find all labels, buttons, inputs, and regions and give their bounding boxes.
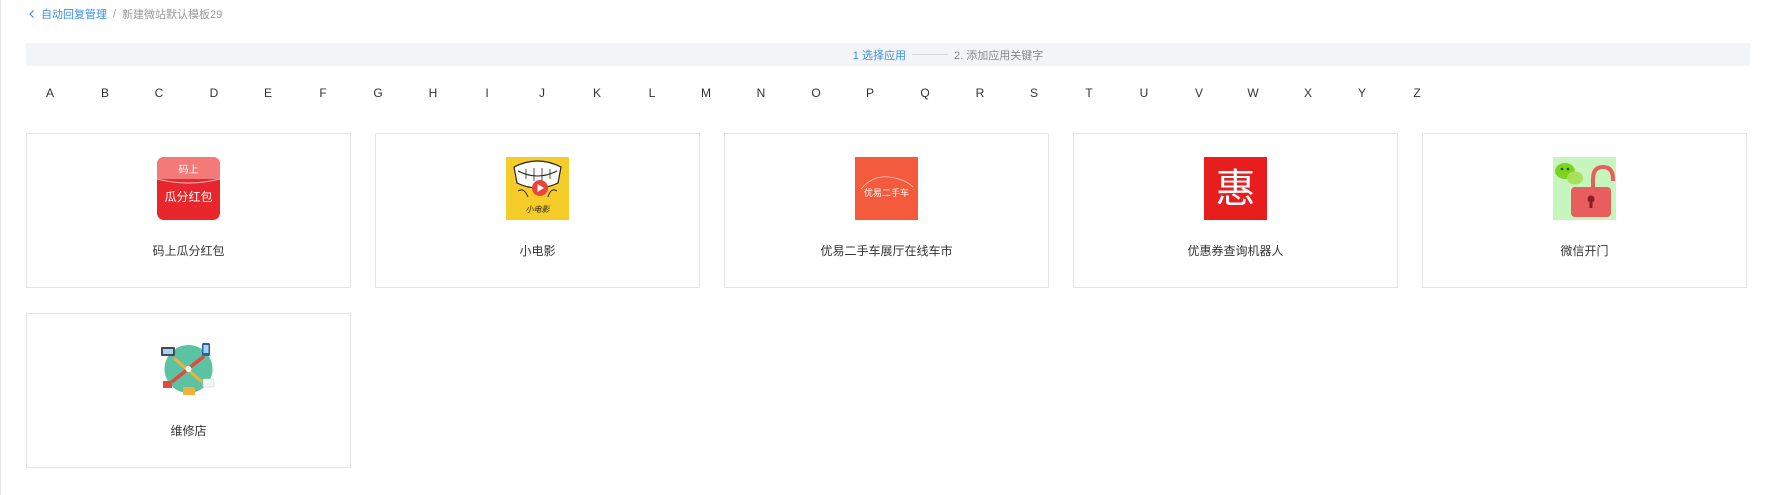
app-name: 优易二手车展厅在线车市	[820, 244, 953, 258]
app-name: 码上瓜分红包	[152, 244, 225, 258]
letter-filter-i[interactable]: I	[477, 86, 497, 100]
breadcrumb-current: 新建微站默认模板29	[122, 9, 223, 21]
red-envelope-icon: 码上 瓜分红包	[157, 157, 220, 220]
letter-filter-c[interactable]: C	[149, 86, 169, 100]
car-market-icon: 优易二手车	[855, 157, 918, 220]
red-envelope-icon-top-text: 码上	[179, 164, 199, 176]
page-left-border	[0, 0, 1, 495]
letter-filter-l[interactable]: L	[642, 86, 662, 100]
step-select-app: 1 选择应用	[852, 49, 906, 62]
letter-filter-z[interactable]: Z	[1407, 86, 1427, 100]
letter-filter-v[interactable]: V	[1189, 86, 1209, 100]
app-card-movie[interactable]: 小电影 小电影	[375, 133, 700, 288]
coupon-icon: 惠	[1204, 157, 1267, 220]
step-connector	[911, 54, 948, 55]
letter-filter-k[interactable]: K	[587, 86, 607, 100]
letter-filter-t[interactable]: T	[1079, 86, 1099, 100]
app-card-coupon-bot[interactable]: 惠 优惠券查询机器人	[1073, 133, 1398, 288]
app-name: 维修店	[170, 424, 207, 438]
app-name: 小电影	[519, 244, 556, 258]
alphabet-filter: A B C D E F G H I J K L M N O P Q R S T …	[0, 86, 1766, 102]
app-name: 优惠券查询机器人	[1187, 244, 1284, 258]
letter-filter-b[interactable]: B	[95, 86, 115, 100]
letter-filter-e[interactable]: E	[258, 86, 278, 100]
letter-filter-h[interactable]: H	[423, 86, 443, 100]
letter-filter-u[interactable]: U	[1134, 86, 1154, 100]
chevron-left-icon[interactable]	[27, 9, 37, 19]
step-add-keywords: 2. 添加应用关键字	[953, 49, 1044, 62]
breadcrumb-separator: /	[113, 8, 117, 20]
letter-filter-f[interactable]: F	[313, 86, 333, 100]
letter-filter-j[interactable]: J	[532, 86, 552, 100]
car-market-icon-text: 优易二手车	[864, 187, 909, 199]
app-card-wechat-unlock[interactable]: 微信开门	[1422, 133, 1747, 288]
letter-filter-m[interactable]: M	[696, 86, 716, 100]
red-envelope-icon-bottom-text: 瓜分红包	[164, 189, 212, 204]
letter-filter-o[interactable]: O	[806, 86, 826, 100]
movie-icon-text: 小电影	[526, 205, 551, 214]
letter-filter-r[interactable]: R	[970, 86, 990, 100]
letter-filter-x[interactable]: X	[1298, 86, 1318, 100]
repair-shop-icon	[157, 337, 220, 400]
letter-filter-g[interactable]: G	[368, 86, 388, 100]
app-card-repair-shop[interactable]: 维修店	[26, 313, 351, 468]
app-name: 微信开门	[1560, 244, 1609, 258]
letter-filter-w[interactable]: W	[1243, 86, 1263, 100]
wechat-unlock-icon	[1553, 157, 1616, 220]
letter-filter-a[interactable]: A	[40, 86, 60, 100]
coupon-icon-text: 惠	[1216, 166, 1256, 212]
letter-filter-q[interactable]: Q	[915, 86, 935, 100]
breadcrumb-link-auto-reply[interactable]: 自动回复管理	[41, 6, 107, 22]
letter-filter-d[interactable]: D	[204, 86, 224, 100]
letter-filter-s[interactable]: S	[1024, 86, 1044, 100]
steps-bar: 1 选择应用 2. 添加应用关键字	[26, 43, 1750, 66]
letter-filter-y[interactable]: Y	[1352, 86, 1372, 100]
letter-filter-n[interactable]: N	[751, 86, 771, 100]
movie-icon: 小电影	[506, 157, 569, 220]
letter-filter-p[interactable]: P	[860, 86, 880, 100]
breadcrumb: 自动回复管理 / 新建微站默认模板29	[27, 6, 222, 22]
app-card-red-envelope[interactable]: 码上 瓜分红包 码上瓜分红包	[26, 133, 351, 288]
app-card-car-market[interactable]: 优易二手车 优易二手车展厅在线车市	[724, 133, 1049, 288]
